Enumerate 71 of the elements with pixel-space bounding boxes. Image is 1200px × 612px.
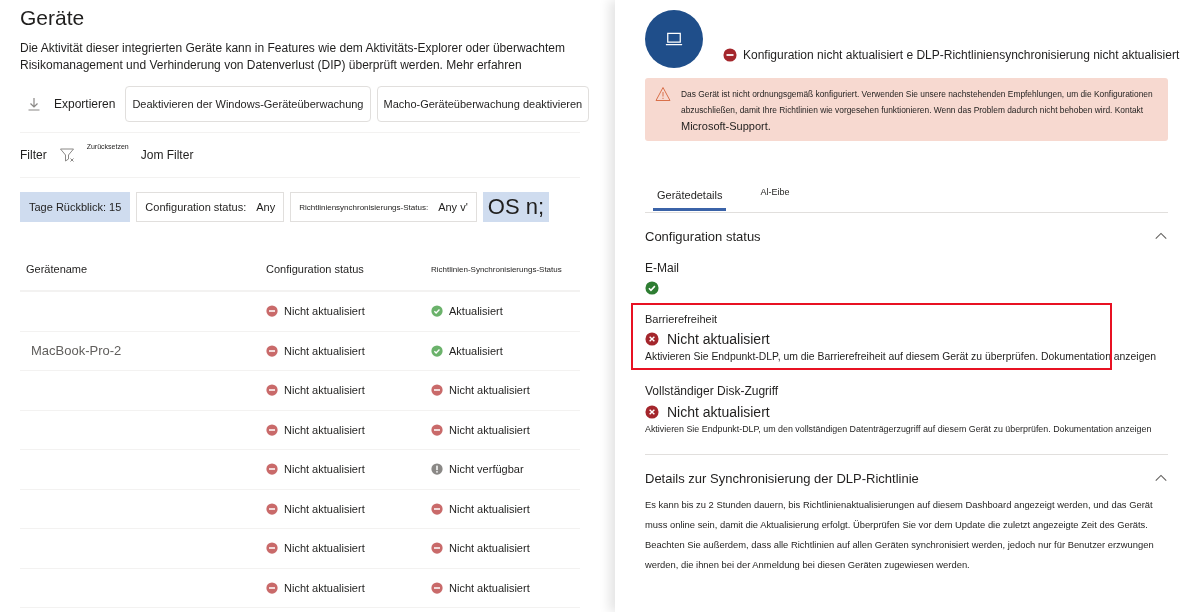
minus-circle-icon	[266, 581, 278, 594]
status-text: Aktualisiert	[449, 344, 503, 357]
documentation-link[interactable]: Dokumentation anzeigen	[1041, 351, 1156, 362]
status-text: Nicht aktualisiert	[284, 305, 365, 318]
learn-more-link[interactable]: Mehr erfahren	[446, 58, 522, 72]
status-text: Nicht aktualisiert	[284, 384, 365, 397]
status-text: Nicht aktualisiert	[449, 384, 530, 397]
filter-clear-icon	[58, 147, 75, 163]
status-text: Nicht aktualisiert	[284, 542, 365, 555]
filter-text: Jom Filter	[140, 148, 194, 162]
status-text: Nicht aktualisiert	[667, 404, 770, 420]
device-status-text: Konfiguration nicht aktualisiert e DLP-Richtliniensynchronisierung nicht aktualisiert	[743, 48, 1180, 62]
filter-chip[interactable]: Tage Rückblick: 15	[20, 192, 131, 222]
status-text: Nicht aktualisiert	[449, 542, 530, 555]
column-header[interactable]: Gerätename	[26, 263, 266, 275]
minus-circle-icon	[431, 384, 443, 397]
exclamation-circle-icon	[431, 463, 443, 476]
status-text: Nicht aktualisiert	[667, 331, 770, 347]
check-circle-icon	[645, 281, 659, 295]
status-text: Nicht aktualisiert	[284, 344, 365, 357]
warning-text: Das Gerät ist nicht ordnungsgemäß konfiguriert. Verwenden Sie unsere nachstehenden Empfehlungen, um die Konfigurationen abzuschließen, damit Ihre Richtlinien wie vorgesehen funktionieren. Wenn das Problem dadurch nicht behoben wird. Kontakt Microsoft-Support.	[681, 88, 1154, 134]
status-text: Nicht aktualisiert	[284, 502, 365, 515]
minus-circle-icon	[266, 423, 278, 436]
tab[interactable]: Gerätedetails	[653, 181, 727, 211]
page-title: Geräte	[20, 6, 86, 30]
filter-chip[interactable]: Configuration status: Any	[136, 192, 285, 222]
minus-circle-icon	[431, 423, 443, 436]
x-circle-icon	[645, 405, 659, 419]
check-circle-icon	[431, 344, 443, 357]
filter-label: Filter	[20, 148, 47, 162]
minus-circle-icon	[266, 305, 278, 318]
sync-details-text: Es kann bis zu 2 Stunden dauern, bis Richtlinienaktualisierungen auf diesem Dashboard angezeigt werden, und das Gerät muss online sein, damit die Aktualisierung erfolgt. Überprüfen Sie vor dem Update die zuletzt angezeigte Zeit des Geräts. Beachten Sie außerdem, dass alle Richtlinien auf allen Geräten synchronisiert werden, jedoch nur für Benutzer erzwungen werden, die ihnen bei der Anmeldung bei diesen Geräten zugewiesen werden.	[645, 498, 1155, 572]
tab[interactable]: Al-Eibe	[756, 181, 794, 205]
status-text: Nicht aktualisiert	[284, 423, 365, 436]
status-text: Aktualisiert	[449, 305, 503, 318]
documentation-link[interactable]: Dokumentation anzeigen	[1053, 424, 1152, 434]
section-title: Configuration status	[645, 228, 761, 244]
minus-circle-icon	[431, 542, 443, 555]
setting-name: E-Mail	[645, 261, 680, 275]
minus-circle-icon	[266, 463, 278, 476]
export-button[interactable]: Exportieren	[20, 96, 120, 112]
status-text: Nicht aktualisiert	[284, 463, 365, 476]
status-text: Nicht aktualisiert	[284, 581, 365, 594]
minus-circle-icon	[266, 542, 278, 555]
status-text: Nicht verfügbar	[449, 463, 524, 476]
setting-name: Vollständiger Disk-Zugriff	[645, 384, 780, 398]
minus-circle-icon	[266, 384, 278, 397]
table-cell-text: MacBook-Pro-2	[30, 343, 123, 359]
filter-chip[interactable]: OS n;	[482, 192, 549, 222]
download-icon	[26, 96, 42, 112]
minus-circle-icon	[266, 502, 278, 515]
toolbar-button[interactable]: Macho-Geräteüberwachung deaktivieren	[376, 86, 590, 122]
toolbar-button[interactable]: Deaktivieren der Windows-Geräteüberwachung	[125, 86, 371, 122]
x-circle-icon	[645, 332, 659, 346]
column-header[interactable]: Configuration status	[266, 263, 431, 275]
support-link[interactable]: Microsoft-Support.	[681, 120, 771, 132]
status-text: Nicht aktualisiert	[449, 502, 530, 515]
status-text: Nicht aktualisiert	[449, 423, 530, 436]
warning-icon	[655, 86, 671, 102]
column-header[interactable]: Richtlinien-Synchronisierungs-Status	[431, 264, 606, 274]
setting-name: Barrierefreiheit	[645, 313, 719, 325]
minus-circle-icon	[431, 581, 443, 594]
minus-circle-icon	[266, 344, 278, 357]
minus-circle-icon	[723, 48, 737, 62]
status-text: Nicht aktualisiert	[449, 581, 530, 594]
page-description: Die Aktivität dieser integrierten Geräte kann in Features wie dem Aktivitäts-Explorer oder überwachtem Risikomanagement und Verhinderung von Datenverlust (DIP) überprüft werden. Mehr erfahren	[20, 40, 566, 74]
minus-circle-icon	[431, 502, 443, 515]
section-title: Details zur Synchronisierung der DLP-Richtlinie	[645, 470, 919, 486]
setting-description: Aktivieren Sie Endpunkt-DLP, um den vollständigen Datenträgerzugriff auf diesem Gerät zu überprüfen. Dokumentation anzeigen	[645, 424, 1153, 434]
check-circle-icon	[431, 305, 443, 318]
filter-chip[interactable]: Richtliniensynchronisierungs-Status: Any v'	[290, 192, 477, 222]
